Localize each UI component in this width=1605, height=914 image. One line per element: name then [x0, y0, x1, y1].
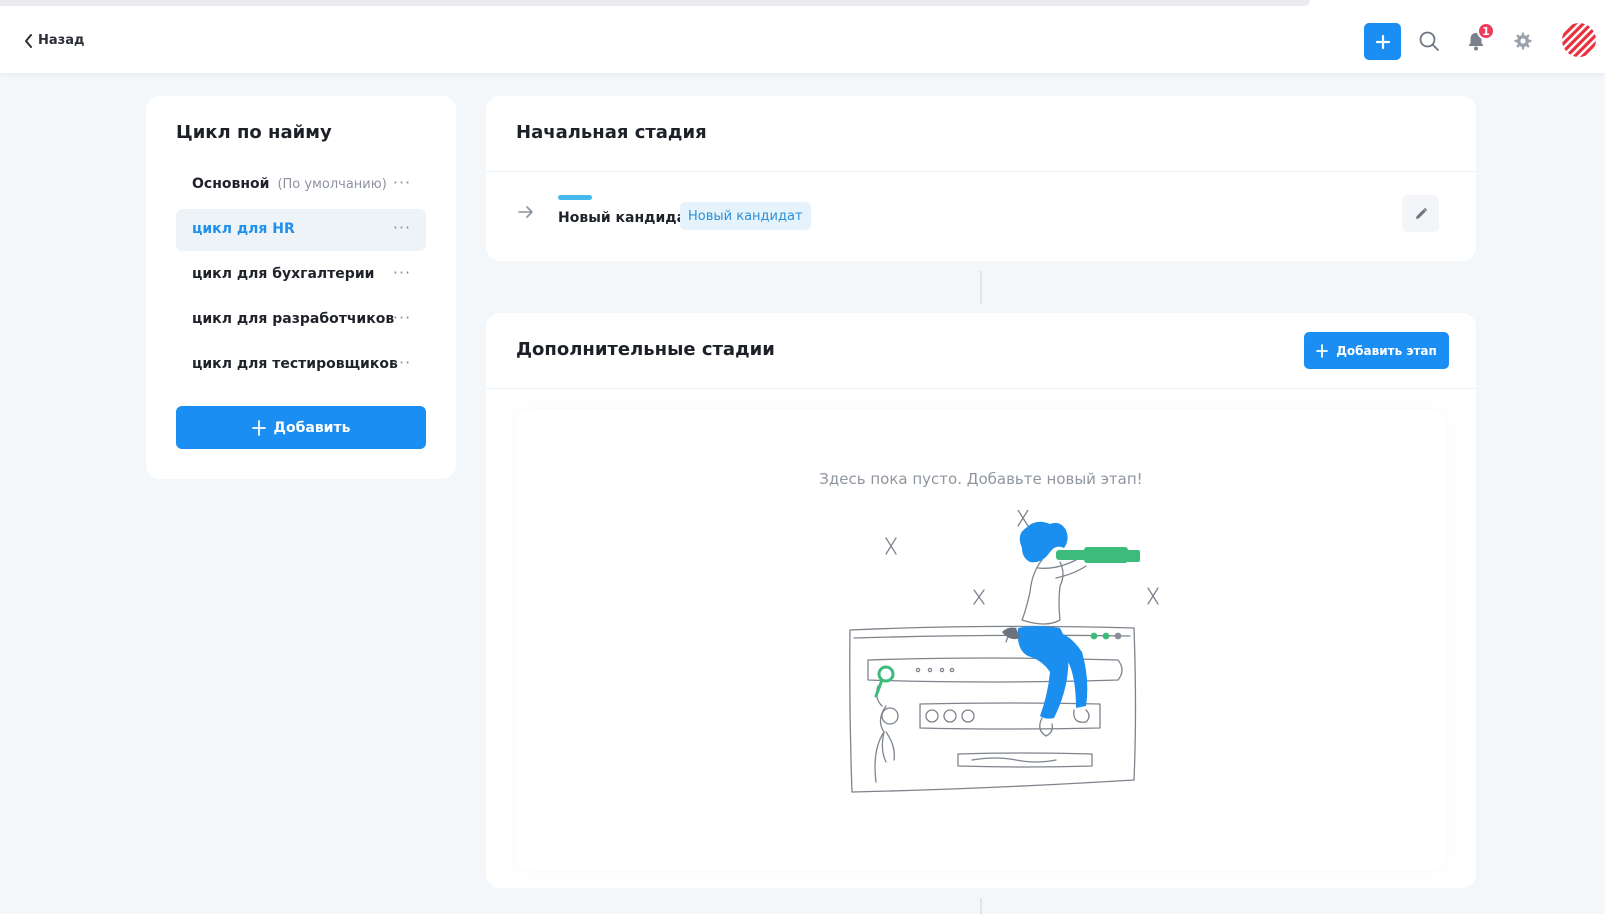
add-cycle-button[interactable]: Добавить: [176, 406, 426, 449]
panel-title: Цикл по найму: [176, 122, 332, 143]
top-bar: Назад 1: [0, 9, 1605, 73]
empty-state: Здесь пока пусто. Добавьте новый этап!: [516, 410, 1446, 870]
create-button[interactable]: [1364, 23, 1401, 60]
additional-stages-title: Дополнительные стадии: [516, 339, 775, 360]
stage-tag: Новый кандидат: [680, 202, 811, 230]
additional-stages-card: Дополнительные стадии Добавить этап Здес…: [486, 313, 1476, 888]
chevron-left-icon: [25, 33, 32, 48]
add-stage-label: Добавить этап: [1336, 343, 1437, 358]
search-icon: [1419, 31, 1439, 51]
stage-row: Новый кандидат Новый кандидат: [486, 172, 1476, 261]
search-button[interactable]: [1417, 29, 1441, 53]
settings-button[interactable]: [1511, 29, 1535, 53]
plus-icon: [1316, 343, 1329, 358]
cycle-label: цикл для разработчиков: [192, 311, 395, 327]
pencil-icon: [1415, 207, 1427, 219]
more-options-button[interactable]: ···: [392, 265, 412, 284]
notification-badge: 1: [1477, 22, 1495, 40]
company-logo[interactable]: [1560, 21, 1598, 59]
divider: [486, 388, 1476, 389]
initial-stage-card: Начальная стадия Новый кандидат Новый ка…: [486, 96, 1476, 261]
empty-state-text: Здесь пока пусто. Добавьте новый этап!: [819, 470, 1143, 488]
cycle-label: Основной (По умолчанию): [192, 176, 387, 192]
plus-icon: [251, 419, 266, 436]
more-options-button[interactable]: ···: [392, 355, 412, 374]
hiring-cycle-panel: Цикл по найму Основной (По умолчанию) ···…: [146, 96, 456, 479]
initial-stage-title: Начальная стадия: [516, 122, 707, 143]
default-note: (По умолчанию): [277, 177, 387, 192]
stage-connector: [980, 898, 982, 914]
more-options-button[interactable]: ···: [392, 220, 412, 239]
browser-strip: [0, 0, 1605, 9]
empty-state-illustration: [849, 510, 1159, 793]
add-cycle-label: Добавить: [273, 419, 351, 436]
cycle-item-developers[interactable]: цикл для разработчиков ···: [176, 299, 426, 341]
stage-name: Новый кандидат: [558, 210, 695, 226]
cycle-label: цикл для HR: [192, 221, 295, 237]
cycle-item-main[interactable]: Основной (По умолчанию) ···: [176, 164, 426, 206]
stage-color-bar: [558, 195, 592, 200]
plus-icon: [1375, 34, 1390, 49]
cycle-item-accounting[interactable]: цикл для бухгалтерии ···: [176, 254, 426, 296]
more-options-button[interactable]: ···: [392, 310, 412, 329]
gear-icon: [1514, 32, 1532, 50]
cycle-item-testers[interactable]: цикл для тестировщиков ···: [176, 344, 426, 386]
edit-stage-button[interactable]: [1402, 195, 1439, 232]
cycle-item-hr[interactable]: цикл для HR ···: [176, 209, 426, 251]
cycle-label: цикл для бухгалтерии: [192, 266, 375, 282]
add-stage-button[interactable]: Добавить этап: [1304, 332, 1449, 369]
arrow-right-icon: [518, 206, 533, 218]
cycle-label: цикл для тестировщиков: [192, 356, 398, 372]
back-label: Назад: [38, 33, 85, 48]
stage-connector: [980, 271, 982, 304]
more-options-button[interactable]: ···: [392, 175, 412, 194]
back-link[interactable]: Назад: [24, 33, 84, 48]
striped-logo-icon: [1562, 23, 1596, 57]
